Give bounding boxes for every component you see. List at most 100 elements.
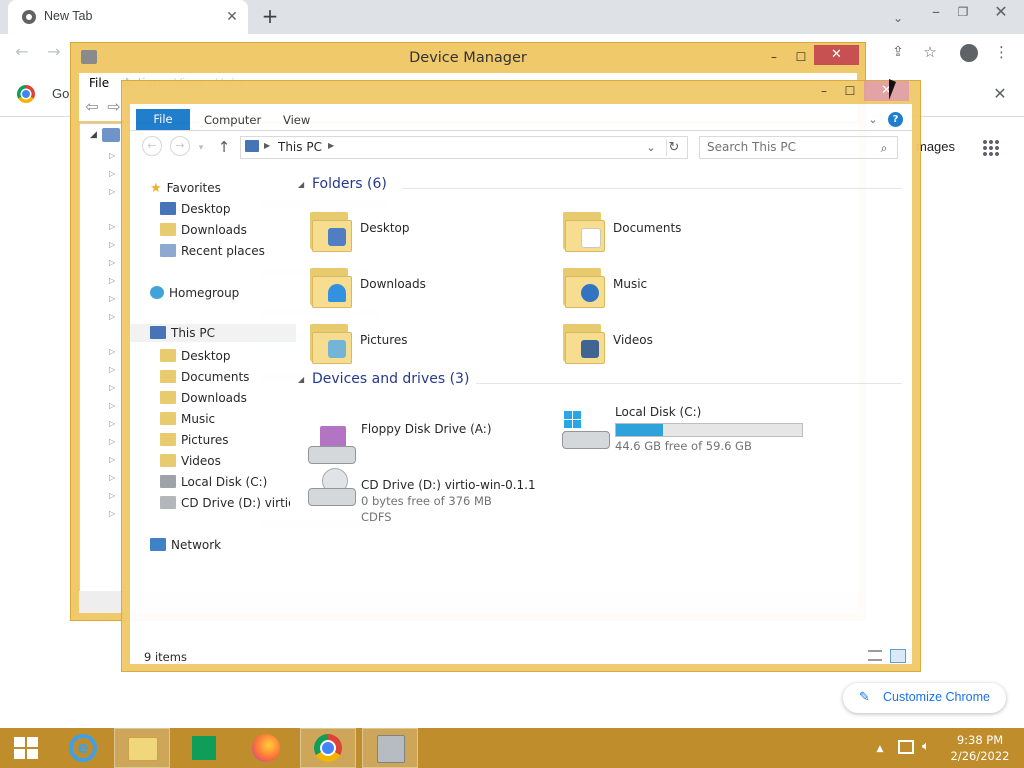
ribbon-tab-computer[interactable]: Computer xyxy=(204,113,261,127)
info-bar-close-icon[interactable]: ✕ xyxy=(992,86,1008,102)
tree-collapsed-icon[interactable]: ▷ xyxy=(109,491,115,500)
apps-grid-icon[interactable] xyxy=(982,139,999,156)
customize-chrome-button[interactable]: ✎ Customize Chrome xyxy=(843,683,1006,713)
ribbon-tab-view[interactable]: View xyxy=(283,113,310,127)
tree-collapsed-icon[interactable]: ▷ xyxy=(109,509,115,518)
chrome-tab-new-tab[interactable]: New Tab ✕ xyxy=(8,0,248,34)
profile-avatar[interactable] xyxy=(960,44,978,62)
taskbar-internet-explorer[interactable]: e xyxy=(55,728,111,768)
devmgr-forward-icon[interactable]: ⇨ xyxy=(105,99,123,115)
tree-collapsed-icon[interactable]: ▷ xyxy=(109,419,115,428)
nav-fav-recent[interactable]: Recent places xyxy=(160,242,265,260)
nav-pc-music[interactable]: Music xyxy=(160,410,215,428)
folders-group-header[interactable]: Folders (6) xyxy=(312,176,387,192)
close-icon[interactable]: ✕ xyxy=(993,4,1009,20)
ribbon-expand-icon[interactable]: ⌄ xyxy=(866,112,880,128)
folder-desktop[interactable]: Desktop xyxy=(310,206,550,254)
taskbar-device-manager[interactable] xyxy=(362,728,418,768)
tree-collapsed-icon[interactable]: ▷ xyxy=(109,347,115,356)
nav-fav-downloads[interactable]: Downloads xyxy=(160,221,247,239)
drive-cd-d[interactable]: CD Drive (D:) virtio-win-0.1.1 0 bytes f… xyxy=(308,462,568,524)
recent-locations-icon[interactable]: ▾ xyxy=(196,140,206,156)
folder-downloads[interactable]: Downloads xyxy=(310,262,550,310)
tab-search-icon[interactable]: ⌄ xyxy=(890,10,906,26)
tray-volume-muted-icon[interactable]: 🔈︎ xyxy=(922,739,938,755)
devmgr-back-icon[interactable]: ⇦ xyxy=(83,99,101,115)
tray-overflow-icon[interactable]: ▲ xyxy=(874,741,886,757)
taskbar-firefox[interactable] xyxy=(238,728,294,768)
explorer-maximize-icon[interactable]: ☐ xyxy=(837,81,863,101)
start-button[interactable] xyxy=(0,728,56,768)
minimize-icon[interactable]: – xyxy=(928,4,944,20)
nav-back-icon[interactable]: ← xyxy=(142,136,162,156)
tree-collapsed-icon[interactable]: ▷ xyxy=(109,312,115,321)
nav-favorites[interactable]: ★ Favorites xyxy=(150,179,221,197)
nav-network[interactable]: Network xyxy=(150,536,221,554)
nav-pc-pictures[interactable]: Pictures xyxy=(160,431,229,449)
tray-network-icon[interactable] xyxy=(898,740,914,754)
explorer-close-button[interactable]: ✕ xyxy=(864,81,909,101)
search-icon[interactable]: ⌕ xyxy=(877,140,891,156)
share-icon[interactable]: ⇪ xyxy=(889,44,907,60)
tree-collapsed-icon[interactable]: ▷ xyxy=(109,473,115,482)
up-arrow-icon[interactable]: ↑ xyxy=(216,139,232,155)
devmgr-close-button[interactable]: ✕ xyxy=(814,45,859,65)
search-box[interactable]: Search This PC ⌕ xyxy=(699,136,898,159)
tree-collapsed-icon[interactable]: ▷ xyxy=(109,276,115,285)
nav-pc-downloads[interactable]: Downloads xyxy=(160,389,247,407)
nav-forward-icon[interactable]: → xyxy=(170,136,190,156)
explorer-minimize-icon[interactable]: – xyxy=(811,81,837,101)
details-view-icon[interactable] xyxy=(868,650,882,661)
restore-icon[interactable]: ❐ xyxy=(955,4,971,20)
tree-collapsed-icon[interactable]: ▷ xyxy=(109,365,115,374)
nav-fav-desktop[interactable]: Desktop xyxy=(160,200,231,218)
tree-collapsed-icon[interactable]: ▷ xyxy=(109,222,115,231)
tree-collapsed-icon[interactable]: ▷ xyxy=(109,187,115,196)
nav-pc-videos[interactable]: Videos xyxy=(160,452,221,470)
menu-kebab-icon[interactable]: ⋮ xyxy=(994,44,1009,60)
nav-pc-desktop[interactable]: Desktop xyxy=(160,347,231,365)
tree-collapsed-icon[interactable]: ▷ xyxy=(109,455,115,464)
nav-pc-documents[interactable]: Documents xyxy=(160,368,249,386)
drives-group-header[interactable]: Devices and drives (3) xyxy=(312,371,469,387)
address-dropdown-icon[interactable]: ⌄ xyxy=(645,140,657,156)
refresh-icon[interactable]: ↻ xyxy=(666,140,681,156)
back-icon[interactable]: ← xyxy=(12,44,32,60)
tree-collapsed-icon[interactable]: ▷ xyxy=(109,151,115,160)
folder-music[interactable]: Music xyxy=(563,262,803,310)
taskbar-chrome[interactable] xyxy=(300,728,356,768)
large-icons-view-icon[interactable] xyxy=(890,649,906,663)
tree-collapsed-icon[interactable]: ▷ xyxy=(109,258,115,267)
tree-expand-icon[interactable]: ◢ xyxy=(90,130,97,140)
bookmark-star-icon[interactable]: ☆ xyxy=(921,44,939,60)
help-icon[interactable]: ? xyxy=(888,112,903,127)
folder-videos[interactable]: Videos xyxy=(563,318,803,366)
taskbar-store[interactable] xyxy=(176,728,232,768)
folder-pictures[interactable]: Pictures xyxy=(310,318,550,366)
tab-close-icon[interactable]: ✕ xyxy=(224,9,240,25)
devmgr-minimize-icon[interactable]: – xyxy=(761,47,787,67)
drive-local-c[interactable]: Local Disk (C:) 44.6 GB free of 59.6 GB xyxy=(562,405,862,459)
nav-pc-cd-drive[interactable]: CD Drive (D:) virtio-w xyxy=(160,494,290,512)
nav-homegroup[interactable]: Homegroup xyxy=(150,284,239,302)
address-bar[interactable]: ▶ This PC ▶ ⌄ ↻ xyxy=(240,136,688,159)
drives-collapse-icon[interactable]: ◢ xyxy=(298,375,304,384)
taskbar-clock[interactable]: 9:38 PM 2/26/2022 xyxy=(950,732,1010,764)
breadcrumb-this-pc[interactable]: This PC xyxy=(278,140,322,154)
tree-collapsed-icon[interactable]: ▷ xyxy=(109,240,115,249)
tree-collapsed-icon[interactable]: ▷ xyxy=(109,437,115,446)
nav-pc-local-disk[interactable]: Local Disk (C:) xyxy=(160,473,267,491)
taskbar-file-explorer[interactable] xyxy=(114,728,170,768)
tree-collapsed-icon[interactable]: ▷ xyxy=(109,294,115,303)
folders-collapse-icon[interactable]: ◢ xyxy=(298,180,304,189)
tree-collapsed-icon[interactable]: ▷ xyxy=(109,401,115,410)
file-explorer-window[interactable]: – ☐ ✕ File Computer View ⌄ ? ← → ▾ ↑ ▶ T… xyxy=(122,81,920,671)
nav-this-pc[interactable]: This PC xyxy=(130,324,310,342)
folder-documents[interactable]: Documents xyxy=(563,206,803,254)
breadcrumb-next-icon[interactable]: ▶ xyxy=(328,141,334,150)
ribbon-tab-file[interactable]: File xyxy=(136,109,190,130)
tree-collapsed-icon[interactable]: ▷ xyxy=(109,169,115,178)
devmgr-maximize-icon[interactable]: ☐ xyxy=(788,47,814,67)
devmgr-menu-file[interactable]: File xyxy=(89,76,109,90)
new-tab-icon[interactable]: + xyxy=(260,6,280,26)
